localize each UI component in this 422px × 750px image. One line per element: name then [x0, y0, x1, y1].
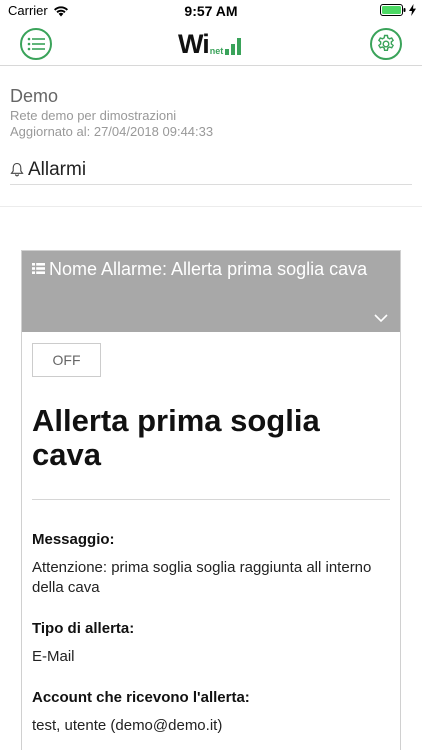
field-value: E-Mail	[32, 648, 75, 665]
alarm-card-body: OFF Allerta prima soglia cava Messaggio:…	[22, 332, 400, 736]
field-value: Attenzione: prima soglia soglia raggiunt…	[32, 559, 372, 596]
alarm-card: Nome Allarme: Allerta prima soglia cava …	[21, 250, 401, 750]
signal-bars-icon	[225, 38, 242, 55]
network-description: Rete demo per dimostrazioni	[10, 108, 177, 123]
network-name: Demo	[10, 86, 59, 106]
alarm-card-header[interactable]: Nome Allarme: Allerta prima soglia cava	[22, 251, 400, 332]
chevron-down-icon[interactable]	[374, 314, 388, 322]
alarm-header-text: Nome Allarme: Allerta prima soglia cava	[32, 260, 390, 279]
field-value: test, utente (demo@demo.it)	[32, 717, 223, 734]
last-updated: Aggiornato al: 27/04/2018 09:44:33	[10, 124, 214, 139]
network-header: Demo Rete demo per dimostrazioni Aggiorn…	[10, 86, 412, 140]
alarms-section-header: Allarmi	[10, 155, 412, 185]
alarm-title: Allerta prima soglia cava	[32, 403, 320, 472]
divider	[0, 206, 422, 207]
bell-icon	[10, 162, 24, 177]
battery-icon	[380, 4, 406, 16]
navbar: Wi net	[0, 22, 422, 66]
list-icon	[27, 37, 45, 51]
app-logo: Wi net	[178, 29, 242, 59]
settings-button[interactable]	[370, 28, 402, 60]
status-right	[380, 4, 416, 16]
logo-sub: net	[209, 46, 224, 56]
logo-text: Wi	[178, 29, 210, 59]
alarm-header-title: Nome Allarme: Allerta prima soglia cava	[49, 259, 368, 279]
status-bar: Carrier 9:57 AM	[0, 0, 422, 22]
field-label: Messaggio:	[32, 531, 115, 548]
menu-button[interactable]	[20, 28, 52, 60]
list-icon	[32, 263, 45, 275]
alarm-toggle-button[interactable]: OFF	[32, 343, 101, 377]
field-label: Account che ricevono l'allerta:	[32, 689, 250, 706]
gear-icon	[377, 34, 395, 51]
status-time: 9:57 AM	[184, 3, 238, 19]
charging-icon	[409, 4, 416, 16]
section-title: Allarmi	[28, 158, 87, 180]
recipients-field: Account che ricevono l'allerta: test, ut…	[32, 688, 390, 736]
field-label: Tipo di allerta:	[32, 620, 135, 637]
message-field: Messaggio: Attenzione: prima soglia sogl…	[32, 530, 390, 598]
alert-type-field: Tipo di allerta: E-Mail	[32, 619, 390, 667]
divider	[32, 499, 390, 500]
